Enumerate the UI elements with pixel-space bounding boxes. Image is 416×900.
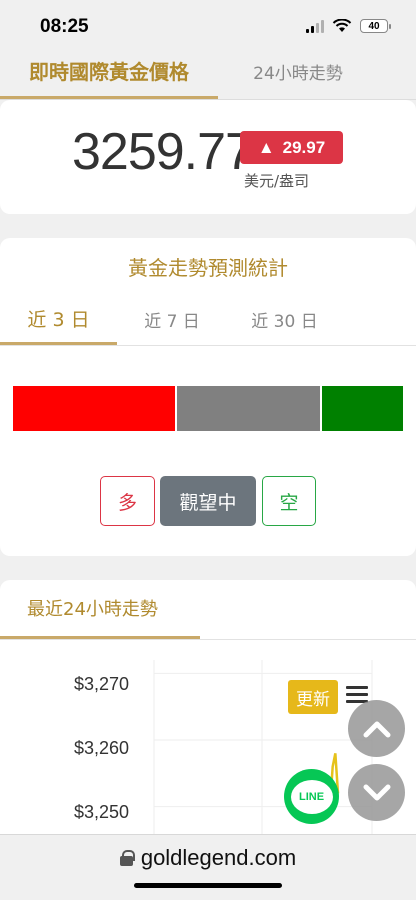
status-icons: 40	[306, 19, 391, 33]
url-domain: goldlegend.com	[140, 845, 297, 870]
status-time: 08:25	[40, 16, 89, 37]
signal-icon	[306, 19, 324, 33]
trend-stats-title: 黃金走勢預測統計	[128, 256, 288, 280]
neutral-button[interactable]: 觀望中	[160, 476, 256, 526]
chevron-down-icon	[363, 784, 390, 800]
battery-icon: 40	[360, 19, 391, 33]
tab-7-days[interactable]: 近 7 日	[117, 294, 227, 345]
y-tick-label: $3,270	[74, 674, 130, 694]
scroll-down-button[interactable]	[348, 764, 405, 821]
bearish-segment	[321, 386, 403, 431]
up-arrow-icon: ▲	[257, 137, 275, 157]
y-tick-label: $3,250	[74, 802, 130, 822]
price-change-value: 29.97	[282, 137, 326, 157]
neutral-segment	[177, 386, 320, 431]
url-display[interactable]: goldlegend.com	[0, 845, 416, 871]
tab-realtime-price[interactable]: 即時國際黃金價格	[0, 44, 218, 99]
wifi-icon	[332, 19, 352, 32]
bullish-button[interactable]: 多	[100, 476, 155, 526]
top-tabs: 即時國際黃金價格 24小時走勢	[0, 44, 416, 100]
trend-ratio-bar	[13, 386, 403, 431]
y-tick-label: $3,260	[74, 738, 130, 758]
chart-header: 最近24小時走勢	[0, 580, 416, 640]
chevron-up-icon	[363, 721, 390, 737]
scroll-up-button[interactable]	[348, 700, 405, 757]
home-indicator[interactable]	[134, 883, 282, 888]
tab-30-days[interactable]: 近 30 日	[227, 294, 342, 345]
lock-icon	[119, 850, 135, 866]
line-chat-button[interactable]: LINE	[284, 769, 339, 824]
browser-url-bar[interactable]: goldlegend.com	[0, 834, 416, 900]
trend-stats-card: 黃金走勢預測統計 近 3 日 近 7 日 近 30 日 多 觀望中 空	[0, 238, 416, 556]
tab-3-days[interactable]: 近 3 日	[0, 294, 117, 345]
period-tabs: 近 3 日 近 7 日 近 30 日	[0, 294, 416, 346]
bearish-button[interactable]: 空	[262, 476, 316, 526]
bullish-segment	[13, 386, 176, 431]
line-icon: LINE	[290, 779, 333, 814]
price-change-badge: ▲ 29.97	[240, 131, 343, 164]
price-card: 3259.77 ▲ 29.97 美元/盎司	[0, 100, 416, 214]
update-button[interactable]: 更新	[288, 680, 338, 714]
price-unit: 美元/盎司	[244, 172, 310, 190]
chart-section-title: 最近24小時走勢	[0, 580, 200, 639]
gold-price: 3259.77	[72, 123, 244, 181]
trend-buttons: 多 觀望中 空	[0, 476, 416, 526]
tab-24h-trend[interactable]: 24小時走勢	[218, 44, 378, 99]
